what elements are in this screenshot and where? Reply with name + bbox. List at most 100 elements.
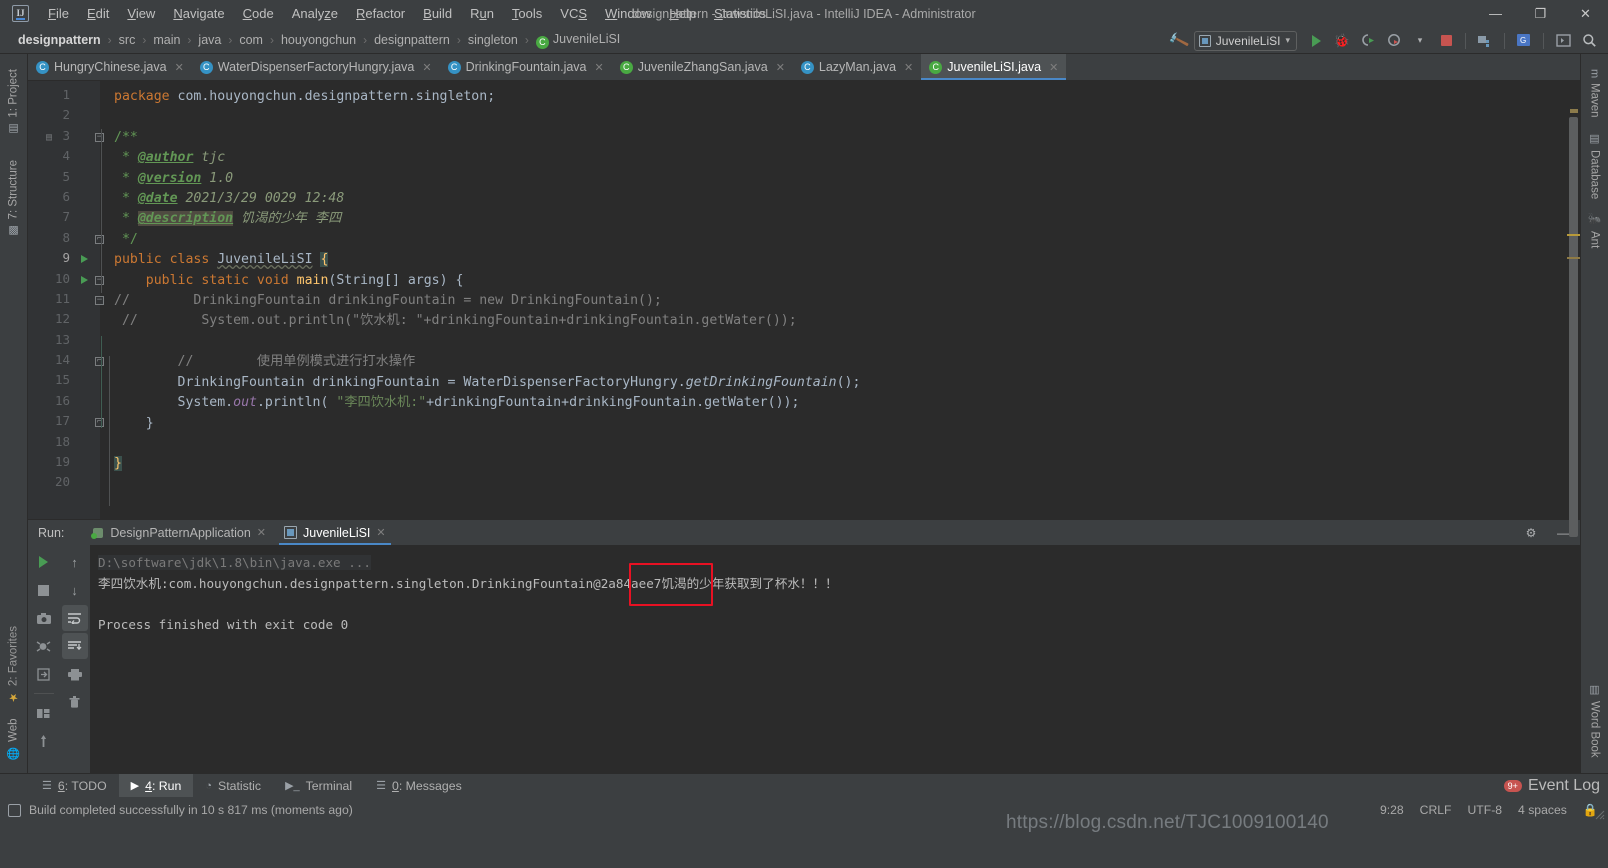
breadcrumb-item-2[interactable]: main	[151, 33, 182, 47]
sidebar-item-wordbook[interactable]: ▥ Word Book	[1586, 676, 1603, 765]
down-arrow-icon[interactable]: ↓	[62, 577, 88, 603]
stop-icon[interactable]	[1435, 30, 1457, 52]
sidebar-item-favorites[interactable]: ★ 2: Favorites	[5, 619, 22, 711]
terminal-toggle-icon[interactable]	[1552, 30, 1574, 52]
scroll-to-end-icon[interactable]	[61, 633, 88, 659]
toolwindow-tab-run[interactable]: ▶ 4: Run	[118, 774, 194, 797]
run-main-gutter-icon[interactable]	[81, 275, 88, 284]
sidebar-item-ant[interactable]: 🐜 Ant	[1586, 206, 1603, 256]
soft-wrap-icon[interactable]	[61, 605, 88, 631]
close-button[interactable]: ✕	[1563, 0, 1608, 27]
code-editor[interactable]: 1 2 3 ▤ − 4 5 6 7 8 ⌐ 9 10− 11− 12 13 14 ⌐ 1…	[28, 81, 1580, 537]
layout-settings-icon[interactable]	[31, 700, 57, 726]
update-project-icon[interactable]: G	[1513, 30, 1535, 52]
editor-gutter[interactable]: 1 2 3 ▤ − 4 5 6 7 8 ⌐ 9 10− 11− 12 13 14 ⌐ 1…	[28, 81, 104, 519]
editor-tab-juvenilelisi[interactable]: C JuvenileLiSI.java ✕	[921, 54, 1067, 80]
run-icon[interactable]	[1305, 30, 1327, 52]
run-class-gutter-icon[interactable]	[81, 255, 88, 264]
line-separator[interactable]: CRLF	[1420, 803, 1452, 817]
breadcrumb-item-3[interactable]: java	[196, 33, 223, 47]
menu-file[interactable]: File	[39, 3, 78, 24]
breadcrumb-item-8[interactable]: C JuvenileLiSI	[534, 32, 622, 49]
menu-tools[interactable]: Tools	[503, 3, 551, 24]
sidebar-item-maven[interactable]: m Maven	[1587, 62, 1603, 125]
menu-build[interactable]: Build	[414, 3, 461, 24]
sidebar-item-database[interactable]: ▤ Database	[1586, 125, 1603, 206]
resize-grip-icon[interactable]	[1595, 810, 1605, 820]
breadcrumb-item-7[interactable]: singleton	[466, 33, 520, 47]
code-text-area[interactable]: package com.houyongchun.designpattern.si…	[100, 81, 1555, 519]
menu-code[interactable]: Code	[234, 3, 283, 24]
sidebar-item-web[interactable]: 🌐 Web	[5, 711, 22, 767]
rerun-icon[interactable]	[31, 549, 57, 575]
close-icon[interactable]: ✕	[257, 526, 266, 539]
build-hammer-icon[interactable]: 🔨	[1165, 26, 1193, 54]
scrollbar-thumb[interactable]	[1569, 117, 1578, 537]
editor-tab-lazyman[interactable]: C LazyMan.java ✕	[793, 54, 921, 80]
close-icon[interactable]: ✕	[904, 61, 913, 74]
project-structure-icon[interactable]	[1474, 30, 1496, 52]
run-tab-juvenilelisi[interactable]: JuvenileLiSI ✕	[275, 520, 395, 545]
minimize-button[interactable]: —	[1473, 0, 1518, 27]
search-everywhere-icon[interactable]	[1578, 30, 1600, 52]
close-icon[interactable]: ✕	[1049, 61, 1058, 74]
menu-vcs[interactable]: VCS	[551, 3, 596, 24]
menu-view[interactable]: View	[118, 3, 164, 24]
breadcrumb-item-0[interactable]: designpattern	[16, 33, 103, 47]
menu-help[interactable]: Help	[660, 3, 705, 24]
toolwindow-tab-terminal[interactable]: ▶_ Terminal	[273, 774, 364, 797]
export-icon[interactable]	[31, 661, 57, 687]
run-tab-designpatternapplication[interactable]: DesignPatternApplication ✕	[82, 520, 275, 545]
maximize-button[interactable]: ❐	[1518, 0, 1563, 27]
close-icon[interactable]: ✕	[776, 61, 785, 74]
console-scrollbar[interactable]	[1567, 545, 1580, 773]
trash-icon[interactable]	[62, 689, 88, 715]
editor-scrollbar[interactable]	[1567, 81, 1580, 537]
menu-refactor[interactable]: Refactor	[347, 3, 414, 24]
toolwindow-tab-statistic[interactable]: ◔ Statistic	[193, 774, 273, 797]
stop-icon[interactable]	[31, 577, 57, 603]
event-log-label[interactable]: Event Log	[1528, 777, 1600, 795]
close-icon[interactable]: ✕	[376, 526, 385, 539]
sidebar-item-project[interactable]: ▤ 1: Project	[5, 62, 22, 143]
warning-marker[interactable]	[1570, 109, 1578, 113]
up-arrow-icon[interactable]: ↑	[62, 549, 88, 575]
profile-dropdown-icon[interactable]: ▾	[1409, 30, 1431, 52]
breadcrumb-item-4[interactable]: com	[237, 33, 265, 47]
menu-run[interactable]: Run	[461, 3, 503, 24]
close-icon[interactable]: ✕	[175, 61, 184, 74]
menu-navigate[interactable]: Navigate	[164, 3, 233, 24]
camera-icon[interactable]	[31, 605, 57, 631]
editor-tab-waterdispenserfactoryhungry[interactable]: C WaterDispenserFactoryHungry.java ✕	[192, 54, 440, 80]
profile-icon[interactable]	[1383, 30, 1405, 52]
console-output[interactable]: D:\software\jdk\1.8\bin\java.exe ... 李四饮…	[90, 545, 1567, 773]
print-icon[interactable]	[62, 661, 88, 687]
sidebar-item-structure[interactable]: ▩ 7: Structure	[5, 153, 22, 244]
breadcrumb-item-6[interactable]: designpattern	[372, 33, 452, 47]
breadcrumb-item-5[interactable]: houyongchun	[279, 33, 358, 47]
source-code[interactable]: package com.houyongchun.designpattern.si…	[100, 81, 1555, 475]
close-icon[interactable]: ✕	[422, 61, 431, 74]
encoding[interactable]: UTF-8	[1468, 803, 1503, 817]
run-with-coverage-icon[interactable]	[1357, 30, 1379, 52]
breadcrumb-item-1[interactable]: src	[117, 33, 138, 47]
close-icon[interactable]: ✕	[595, 61, 604, 74]
menu-window[interactable]: Window	[596, 3, 660, 24]
gear-icon[interactable]: ⚙	[1520, 522, 1542, 544]
editor-tab-drinkingfountain[interactable]: C DrinkingFountain.java ✕	[440, 54, 612, 80]
menu-statistics[interactable]: Statistics	[705, 3, 775, 24]
run-configuration-selector[interactable]: JuvenileLiSI ▾	[1193, 30, 1297, 51]
menu-analyze[interactable]: Analyze	[283, 3, 347, 24]
toolwindow-tab-messages[interactable]: ☰ 0: Messages	[364, 774, 474, 797]
debug-icon[interactable]: 🐞	[1331, 30, 1353, 52]
pin-icon[interactable]	[31, 728, 57, 754]
menu-edit[interactable]: Edit	[78, 3, 118, 24]
indent-setting[interactable]: 4 spaces	[1518, 803, 1567, 817]
event-log-area[interactable]: 9+ Event Log	[1503, 774, 1608, 797]
thread-dump-icon[interactable]	[31, 633, 57, 659]
caret-position[interactable]: 9:28	[1380, 803, 1404, 817]
editor-tab-juvenilezhangsan[interactable]: C JuvenileZhangSan.java ✕	[612, 54, 793, 80]
toolwindow-tab-todo[interactable]: ☰ 6: TODO	[30, 774, 119, 797]
hide-icon[interactable]: —	[1552, 522, 1574, 544]
editor-tab-hungrychinese[interactable]: C HungryChinese.java ✕	[28, 54, 192, 80]
